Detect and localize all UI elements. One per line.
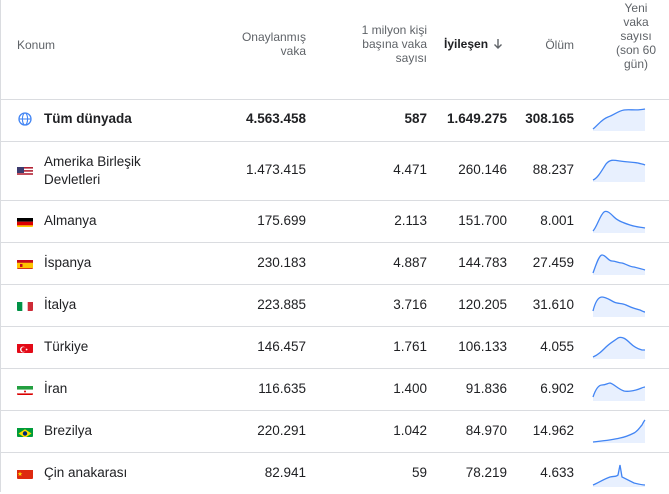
row-per-million: 587 [404,111,427,126]
row-location-name: İspanya [44,255,92,270]
us-flag-icon [17,165,33,176]
table-row-usa[interactable]: Amerika Birleşik Devletleri 1.473.415 4.… [0,142,669,201]
table-header: Konum Onaylanmış vaka 1 milyon kişi başı… [0,0,669,100]
sparkline-chart [592,296,646,317]
row-recovered: 84.970 [465,423,507,438]
row-recovered: 260.146 [458,162,507,177]
row-deaths: 4.633 [540,465,574,480]
row-recovered: 151.700 [458,213,507,228]
sparkline-chart [592,336,645,359]
sparkline-chart [592,210,646,233]
row-per-million: 2.113 [394,213,427,228]
germany-flag-icon [17,216,33,227]
iran-flag-icon [17,384,33,395]
row-location-name: İtalya [44,297,77,312]
italy-flag-icon [17,300,33,311]
row-deaths: 8.001 [540,213,574,228]
table-row-iran[interactable]: İran 116.635 1.400 91.836 6.902 [0,369,669,411]
table-row-turkey[interactable]: Türkiye 146.457 1.761 106.133 4.055 [0,327,669,369]
table-row-china[interactable]: Çin anakarası 82.941 59 78.219 4.633 [0,453,669,494]
sparkline-chart [592,382,646,401]
row-recovered: 78.219 [465,465,507,480]
header-recovered[interactable]: İyileşen [444,37,504,51]
row-recovered: 144.783 [458,255,507,270]
row-per-million: 1.761 [393,339,427,354]
table-row-germany[interactable]: Almanya 175.699 2.113 151.700 8.001 [0,201,669,243]
sparkline-chart [592,254,646,275]
row-deaths: 6.902 [540,381,574,396]
row-confirmed: 220.291 [257,423,306,438]
header-new-cases[interactable]: Yeni vaka sayısı (son 60 gün) [615,1,657,71]
row-per-million: 1.400 [393,381,427,396]
sparkline-chart [592,464,646,487]
row-deaths: 308.165 [525,111,574,126]
row-location-name: Türkiye [44,339,89,354]
sparkline-chart [592,108,646,131]
sparkline-chart [592,419,646,443]
sparkline-chart [592,159,646,182]
row-per-million: 3.716 [393,297,427,312]
row-location-name: Amerika Birleşik Devletleri [44,154,141,187]
row-deaths: 88.237 [532,162,574,177]
table-row-brazil[interactable]: Brezilya 220.291 1.042 84.970 14.962 [0,411,669,453]
row-location-name: Brezilya [44,423,93,438]
turkey-flag-icon [17,342,33,353]
row-location-name: Çin anakarası [44,465,128,480]
spain-flag-icon [17,258,33,269]
row-per-million: 1.042 [393,423,427,438]
table-row-spain[interactable]: İspanya 230.183 4.887 144.783 27.459 [0,243,669,285]
header-per-million[interactable]: 1 milyon kişi başına vaka sayısı [350,23,427,65]
row-confirmed: 1.473.415 [245,162,306,177]
brazil-flag-icon [17,426,33,437]
header-location[interactable]: Konum [17,38,55,52]
row-per-million: 4.471 [393,162,427,177]
row-recovered: 1.649.275 [446,111,507,126]
row-location-name: Almanya [44,213,97,228]
header-deaths[interactable]: Ölüm [520,38,574,52]
header-confirmed[interactable]: Onaylanmış vaka [236,30,306,58]
globe-icon [18,112,32,126]
row-confirmed: 223.885 [257,297,306,312]
row-location-name: Tüm dünyada [44,111,132,126]
row-deaths: 14.962 [532,423,574,438]
header-recovered-label: İyileşen [444,37,489,51]
row-per-million: 59 [411,465,427,480]
row-confirmed: 175.699 [257,213,306,228]
table-row-italy[interactable]: İtalya 223.885 3.716 120.205 31.610 [0,285,669,327]
row-confirmed: 230.183 [257,255,306,270]
row-confirmed: 4.563.458 [245,111,306,126]
row-recovered: 106.133 [458,339,507,354]
row-confirmed: 82.941 [264,465,306,480]
row-recovered: 91.836 [465,381,507,396]
china-flag-icon [17,468,33,479]
row-confirmed: 146.457 [257,339,306,354]
row-deaths: 31.610 [532,297,574,312]
row-confirmed: 116.635 [258,381,306,396]
row-per-million: 4.887 [393,255,427,270]
row-recovered: 120.205 [458,297,507,312]
table-row-world[interactable]: Tüm dünyada 4.563.458 587 1.649.275 308.… [0,99,669,142]
row-deaths: 27.459 [532,255,574,270]
row-location-name: İran [44,381,68,396]
row-deaths: 4.055 [540,339,574,354]
arrow-down-icon [494,39,503,49]
covid-stats-table: Konum Onaylanmış vaka 1 milyon kişi başı… [0,0,669,492]
